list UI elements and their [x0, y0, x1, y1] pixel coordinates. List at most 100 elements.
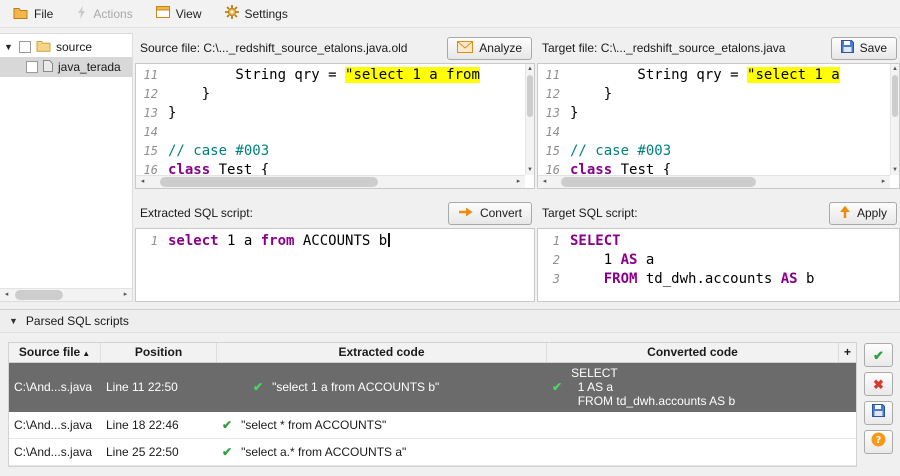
- code-line: 13}: [538, 104, 890, 123]
- target-sql-code[interactable]: 1SELECT2 1 AS a3 FROM td_dwh.accounts AS…: [538, 232, 899, 289]
- tree-item-source[interactable]: ▼ source: [0, 37, 132, 57]
- code-text[interactable]: class Test {: [168, 161, 269, 175]
- target-sql-editor[interactable]: 1SELECT2 1 AS a3 FROM td_dwh.accounts AS…: [537, 228, 900, 302]
- code-line: 1select 1 a from ACCOUNTS b: [136, 232, 534, 251]
- scrollbar-thumb[interactable]: [892, 75, 898, 117]
- scroll-up-icon[interactable]: ▲: [891, 64, 899, 74]
- extracted-sql-code[interactable]: 1select 1 a from ACCOUNTS b: [136, 232, 534, 251]
- code-line: 12 }: [136, 85, 525, 104]
- parsed-script-row[interactable]: C:\And...s.javaLine 25 22:50✔"select a.*…: [9, 439, 856, 466]
- source-horizontal-scrollbar[interactable]: ◂ ▸: [136, 175, 525, 188]
- envelope-icon: [457, 41, 473, 56]
- line-number: 1: [538, 232, 570, 251]
- scroll-down-icon[interactable]: ▼: [526, 165, 534, 175]
- tree-horizontal-scrollbar[interactable]: ◂ ▸: [0, 288, 132, 301]
- parsed-script-row[interactable]: C:\And...s.javaLine 18 22:46✔"select * f…: [9, 412, 856, 439]
- extracted-sql-editor[interactable]: 1select 1 a from ACCOUNTS b: [135, 228, 535, 302]
- menu-view[interactable]: View: [148, 3, 215, 24]
- code-text[interactable]: String qry = "select 1 a: [570, 66, 840, 85]
- scroll-down-icon[interactable]: ▼: [891, 165, 899, 175]
- column-header-source-file[interactable]: Source file▲: [9, 343, 101, 362]
- code-line: 12 }: [538, 85, 890, 104]
- code-text[interactable]: select 1 a from ACCOUNTS b: [168, 232, 390, 251]
- file-tree: ▼ source java_terada: [0, 34, 132, 288]
- scroll-right-icon[interactable]: ▸: [877, 176, 890, 188]
- code-text[interactable]: String qry = "select 1 a from: [168, 66, 480, 85]
- scroll-right-icon[interactable]: ▸: [119, 289, 132, 301]
- expander-down-icon[interactable]: ▼: [4, 42, 14, 52]
- code-text[interactable]: SELECT: [570, 232, 621, 251]
- column-header-converted-code[interactable]: Converted code: [547, 343, 839, 362]
- gear-icon: [225, 5, 239, 22]
- line-number: 15: [136, 142, 168, 161]
- scrollbar-thumb[interactable]: [527, 75, 533, 117]
- target-code-editor[interactable]: 11 String qry = "select 1 a12 }13}1415//…: [537, 63, 900, 189]
- position-cell: Line 18 22:46: [101, 415, 217, 435]
- question-circle-icon: ?: [871, 432, 886, 452]
- apply-button[interactable]: Apply: [829, 202, 897, 225]
- menu-file[interactable]: File: [5, 3, 66, 25]
- source-folder-checkbox[interactable]: [19, 41, 31, 53]
- accept-conversion-button[interactable]: ✔: [864, 343, 893, 367]
- scroll-right-icon[interactable]: ▸: [512, 176, 525, 188]
- target-file-title: Target file: C:\..._redshift_source_etal…: [542, 41, 825, 55]
- code-line: 2 1 AS a: [538, 251, 899, 270]
- scrollbar-thumb[interactable]: [160, 177, 378, 187]
- save-results-button[interactable]: [864, 401, 893, 425]
- scrollbar-thumb[interactable]: [561, 177, 757, 187]
- menu-view-label: View: [176, 7, 202, 21]
- column-header-position[interactable]: Position: [101, 343, 217, 362]
- line-number: 1: [136, 232, 168, 251]
- code-text[interactable]: }: [168, 85, 210, 104]
- collapse-icon[interactable]: ▼: [9, 316, 18, 326]
- scroll-left-icon[interactable]: ◂: [538, 176, 551, 188]
- code-text[interactable]: }: [570, 85, 612, 104]
- sort-asc-icon: ▲: [82, 349, 90, 358]
- row-extra-cell: [839, 384, 856, 390]
- lightning-icon: [76, 6, 87, 22]
- code-text[interactable]: }: [168, 104, 176, 123]
- reject-conversion-button[interactable]: ✖: [864, 372, 893, 396]
- file-tree-panel: ▼ source java_terada ◂ ▸: [0, 33, 133, 302]
- code-text[interactable]: }: [570, 104, 578, 123]
- source-file-title: Source file: C:\..._redshift_source_etal…: [140, 41, 441, 55]
- parsed-script-row[interactable]: C:\And...s.javaLine 11 22:50✔"select 1 a…: [9, 363, 856, 412]
- tree-item-java-file[interactable]: java_terada: [0, 57, 132, 77]
- target-code-area[interactable]: 11 String qry = "select 1 a12 }13}1415//…: [538, 66, 890, 175]
- parsed-scripts-header[interactable]: ▼ Parsed SQL scripts: [0, 310, 900, 333]
- analyze-button[interactable]: Analyze: [447, 37, 532, 60]
- target-sql-bar: Target SQL script: Apply: [537, 198, 900, 228]
- scroll-left-icon[interactable]: ◂: [136, 176, 149, 188]
- scroll-up-icon[interactable]: ▲: [526, 64, 534, 74]
- code-text[interactable]: // case #003: [570, 142, 671, 161]
- scroll-left-icon[interactable]: ◂: [0, 289, 13, 301]
- target-horizontal-scrollbar[interactable]: ◂ ▸: [538, 175, 890, 188]
- cross-circle-icon: ✖: [873, 378, 884, 391]
- tree-item-label: java_terada: [58, 60, 121, 74]
- target-vertical-scrollbar[interactable]: ▲ ▼: [890, 64, 899, 175]
- row-extra-cell: [839, 449, 856, 455]
- help-button[interactable]: ?: [864, 430, 893, 454]
- add-column-button[interactable]: +: [839, 343, 856, 362]
- extracted-ok-icon: ✔: [222, 418, 232, 432]
- java-file-checkbox[interactable]: [26, 61, 38, 73]
- code-text[interactable]: class Test {: [570, 161, 671, 175]
- converted-code-cell: [547, 449, 839, 455]
- main-area: ▼ source java_terada ◂ ▸ Source: [0, 28, 900, 309]
- column-header-extracted-code[interactable]: Extracted code: [217, 343, 547, 362]
- tree-item-label: source: [56, 40, 92, 54]
- menu-settings[interactable]: Settings: [217, 2, 301, 25]
- source-vertical-scrollbar[interactable]: ▲ ▼: [525, 64, 534, 175]
- line-number: 12: [538, 85, 570, 104]
- code-text[interactable]: // case #003: [168, 142, 269, 161]
- code-text[interactable]: 1 AS a: [570, 251, 654, 270]
- code-line: 14: [538, 123, 890, 142]
- code-text[interactable]: FROM td_dwh.accounts AS b: [570, 270, 814, 289]
- save-button[interactable]: Save: [831, 37, 897, 60]
- source-code-editor[interactable]: 11 String qry = "select 1 a from12 }13}1…: [135, 63, 535, 189]
- convert-button[interactable]: Convert: [448, 202, 532, 225]
- extracted-sql-bar: Extracted SQL script: Convert: [135, 198, 535, 228]
- source-code-area[interactable]: 11 String qry = "select 1 a from12 }13}1…: [136, 66, 525, 175]
- file-folder-icon: [13, 6, 28, 22]
- scrollbar-thumb[interactable]: [15, 290, 63, 300]
